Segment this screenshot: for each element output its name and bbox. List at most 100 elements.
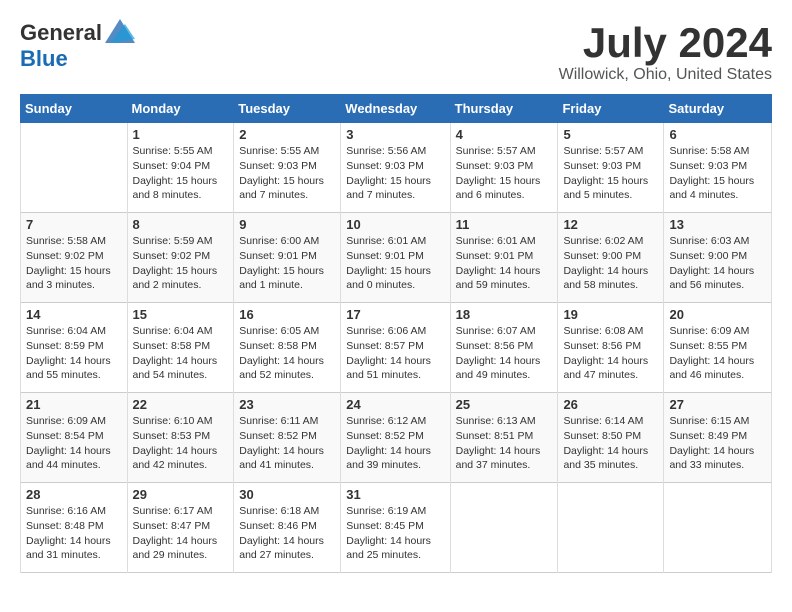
day-number: 9	[239, 217, 335, 232]
day-number: 18	[456, 307, 553, 322]
calendar-cell: 19 Sunrise: 6:08 AMSunset: 8:56 PMDayligh…	[558, 303, 664, 393]
calendar-cell	[21, 123, 128, 213]
day-info: Sunrise: 6:05 AMSunset: 8:58 PMDaylight:…	[239, 324, 335, 383]
day-header-wednesday: Wednesday	[341, 95, 450, 123]
day-info: Sunrise: 5:59 AMSunset: 9:02 PMDaylight:…	[133, 234, 229, 293]
title-section: July 2024 Willowick, Ohio, United States	[559, 20, 772, 84]
day-info: Sunrise: 5:56 AMSunset: 9:03 PMDaylight:…	[346, 144, 444, 203]
calendar-cell: 16 Sunrise: 6:05 AMSunset: 8:58 PMDayligh…	[234, 303, 341, 393]
day-header-thursday: Thursday	[450, 95, 558, 123]
day-info: Sunrise: 5:58 AMSunset: 9:02 PMDaylight:…	[26, 234, 122, 293]
day-number: 23	[239, 397, 335, 412]
day-header-sunday: Sunday	[21, 95, 128, 123]
calendar-cell: 3 Sunrise: 5:56 AMSunset: 9:03 PMDaylight…	[341, 123, 450, 213]
calendar-cell: 17 Sunrise: 6:06 AMSunset: 8:57 PMDayligh…	[341, 303, 450, 393]
calendar-header-row: SundayMondayTuesdayWednesdayThursdayFrid…	[21, 95, 772, 123]
day-info: Sunrise: 6:15 AMSunset: 8:49 PMDaylight:…	[669, 414, 766, 473]
day-info: Sunrise: 6:07 AMSunset: 8:56 PMDaylight:…	[456, 324, 553, 383]
calendar-cell: 10 Sunrise: 6:01 AMSunset: 9:01 PMDayligh…	[341, 213, 450, 303]
day-info: Sunrise: 5:57 AMSunset: 9:03 PMDaylight:…	[563, 144, 658, 203]
day-number: 10	[346, 217, 444, 232]
month-title: July 2024	[559, 20, 772, 66]
day-info: Sunrise: 6:04 AMSunset: 8:58 PMDaylight:…	[133, 324, 229, 383]
day-info: Sunrise: 5:58 AMSunset: 9:03 PMDaylight:…	[669, 144, 766, 203]
day-header-monday: Monday	[127, 95, 234, 123]
day-info: Sunrise: 6:09 AMSunset: 8:55 PMDaylight:…	[669, 324, 766, 383]
day-number: 3	[346, 127, 444, 142]
day-info: Sunrise: 5:57 AMSunset: 9:03 PMDaylight:…	[456, 144, 553, 203]
day-number: 27	[669, 397, 766, 412]
day-number: 2	[239, 127, 335, 142]
day-number: 8	[133, 217, 229, 232]
day-info: Sunrise: 6:16 AMSunset: 8:48 PMDaylight:…	[26, 504, 122, 563]
calendar-week-row: 7Sunrise: 5:58 AMSunset: 9:02 PMDaylight…	[21, 213, 772, 303]
day-number: 25	[456, 397, 553, 412]
calendar-cell: 11Sunrise: 6:01 AMSunset: 9:01 PMDayligh…	[450, 213, 558, 303]
calendar-cell: 24 Sunrise: 6:12 AMSunset: 8:52 PMDayligh…	[341, 393, 450, 483]
day-info: Sunrise: 6:02 AMSunset: 9:00 PMDaylight:…	[563, 234, 658, 293]
calendar-cell: 21 Sunrise: 6:09 AMSunset: 8:54 PMDayligh…	[21, 393, 128, 483]
day-info: Sunrise: 6:03 AMSunset: 9:00 PMDaylight:…	[669, 234, 766, 293]
day-number: 13	[669, 217, 766, 232]
day-number: 29	[133, 487, 229, 502]
calendar-cell: 1Sunrise: 5:55 AMSunset: 9:04 PMDaylight…	[127, 123, 234, 213]
day-number: 1	[133, 127, 229, 142]
calendar-cell	[558, 483, 664, 573]
day-header-saturday: Saturday	[664, 95, 772, 123]
calendar-cell: 29 Sunrise: 6:17 AMSunset: 8:47 PMDayligh…	[127, 483, 234, 573]
day-info: Sunrise: 6:01 AMSunset: 9:01 PMDaylight:…	[456, 234, 553, 293]
calendar-cell	[450, 483, 558, 573]
day-number: 15	[133, 307, 229, 322]
day-header-friday: Friday	[558, 95, 664, 123]
calendar-cell: 12 Sunrise: 6:02 AMSunset: 9:00 PMDayligh…	[558, 213, 664, 303]
day-number: 28	[26, 487, 122, 502]
day-info: Sunrise: 6:06 AMSunset: 8:57 PMDaylight:…	[346, 324, 444, 383]
day-number: 21	[26, 397, 122, 412]
day-info: Sunrise: 6:04 AMSunset: 8:59 PMDaylight:…	[26, 324, 122, 383]
calendar-cell: 28 Sunrise: 6:16 AMSunset: 8:48 PMDayligh…	[21, 483, 128, 573]
day-number: 4	[456, 127, 553, 142]
day-info: Sunrise: 6:19 AMSunset: 8:45 PMDaylight:…	[346, 504, 444, 563]
page-header: General Blue July 2024 Willowick, Ohio, …	[20, 20, 772, 84]
calendar-week-row: 28 Sunrise: 6:16 AMSunset: 8:48 PMDayligh…	[21, 483, 772, 573]
calendar-cell: 8 Sunrise: 5:59 AMSunset: 9:02 PMDaylight…	[127, 213, 234, 303]
calendar-cell: 18 Sunrise: 6:07 AMSunset: 8:56 PMDayligh…	[450, 303, 558, 393]
location: Willowick, Ohio, United States	[559, 66, 772, 84]
day-info: Sunrise: 6:01 AMSunset: 9:01 PMDaylight:…	[346, 234, 444, 293]
calendar-week-row: 14 Sunrise: 6:04 AMSunset: 8:59 PMDayligh…	[21, 303, 772, 393]
calendar-cell: 23Sunrise: 6:11 AMSunset: 8:52 PMDayligh…	[234, 393, 341, 483]
day-number: 19	[563, 307, 658, 322]
day-number: 17	[346, 307, 444, 322]
calendar-cell: 25 Sunrise: 6:13 AMSunset: 8:51 PMDayligh…	[450, 393, 558, 483]
calendar-cell: 13 Sunrise: 6:03 AMSunset: 9:00 PMDayligh…	[664, 213, 772, 303]
calendar-cell: 22Sunrise: 6:10 AMSunset: 8:53 PMDayligh…	[127, 393, 234, 483]
calendar-cell: 26Sunrise: 6:14 AMSunset: 8:50 PMDayligh…	[558, 393, 664, 483]
day-number: 5	[563, 127, 658, 142]
day-number: 24	[346, 397, 444, 412]
logo-blue: Blue	[20, 46, 68, 72]
day-number: 16	[239, 307, 335, 322]
calendar-week-row: 21 Sunrise: 6:09 AMSunset: 8:54 PMDayligh…	[21, 393, 772, 483]
calendar-cell: 30 Sunrise: 6:18 AMSunset: 8:46 PMDayligh…	[234, 483, 341, 573]
day-info: Sunrise: 6:00 AMSunset: 9:01 PMDaylight:…	[239, 234, 335, 293]
day-number: 22	[133, 397, 229, 412]
day-number: 30	[239, 487, 335, 502]
logo-general: General	[20, 20, 102, 46]
day-info: Sunrise: 6:08 AMSunset: 8:56 PMDaylight:…	[563, 324, 658, 383]
day-number: 12	[563, 217, 658, 232]
day-info: Sunrise: 5:55 AMSunset: 9:03 PMDaylight:…	[239, 144, 335, 203]
calendar-cell: 2 Sunrise: 5:55 AMSunset: 9:03 PMDaylight…	[234, 123, 341, 213]
day-info: Sunrise: 6:09 AMSunset: 8:54 PMDaylight:…	[26, 414, 122, 473]
calendar-cell	[664, 483, 772, 573]
logo-icon	[105, 19, 135, 43]
day-number: 14	[26, 307, 122, 322]
day-info: Sunrise: 6:18 AMSunset: 8:46 PMDaylight:…	[239, 504, 335, 563]
day-info: Sunrise: 6:12 AMSunset: 8:52 PMDaylight:…	[346, 414, 444, 473]
logo: General Blue	[20, 20, 135, 72]
day-number: 6	[669, 127, 766, 142]
day-info: Sunrise: 6:17 AMSunset: 8:47 PMDaylight:…	[133, 504, 229, 563]
calendar-cell: 7Sunrise: 5:58 AMSunset: 9:02 PMDaylight…	[21, 213, 128, 303]
calendar-cell: 5 Sunrise: 5:57 AMSunset: 9:03 PMDaylight…	[558, 123, 664, 213]
day-info: Sunrise: 6:13 AMSunset: 8:51 PMDaylight:…	[456, 414, 553, 473]
day-info: Sunrise: 6:14 AMSunset: 8:50 PMDaylight:…	[563, 414, 658, 473]
